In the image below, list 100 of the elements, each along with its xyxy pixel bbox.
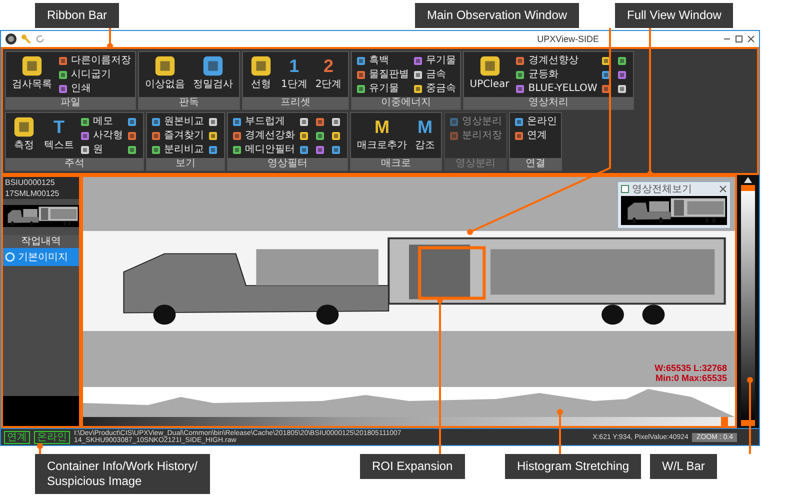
tool-icon xyxy=(249,54,273,78)
ribbon-button[interactable]: 메모 xyxy=(80,115,123,128)
ribbon-button[interactable]: 이상없음 xyxy=(143,54,187,91)
ribbon-button[interactable]: 1 1단계 xyxy=(279,54,310,91)
ribbon-button[interactable]: 유기물 xyxy=(356,82,409,95)
tool-icon xyxy=(356,56,366,66)
logo-icon xyxy=(5,33,17,45)
ribbon-button[interactable]: 2 2단계 xyxy=(313,54,344,91)
ribbon-button[interactable]: 온라인 xyxy=(514,115,557,128)
tool-icon xyxy=(515,56,526,66)
ribbon-button[interactable]: 즐겨찾기 xyxy=(151,129,204,142)
tool-icon xyxy=(201,54,225,78)
tool-button[interactable] xyxy=(208,143,220,156)
ribbon-button[interactable]: 원 xyxy=(80,143,123,156)
ribbon-button[interactable]: 다른이름저장 xyxy=(58,54,131,67)
tool-icon xyxy=(412,56,423,66)
ribbon-button[interactable]: 흑백 xyxy=(356,54,409,67)
group-label: 보기 xyxy=(147,158,224,170)
tool-icon xyxy=(153,54,177,78)
tool-button[interactable] xyxy=(127,143,139,156)
tool-button[interactable] xyxy=(127,115,139,128)
ribbon-button[interactable]: 부드럽게 xyxy=(232,115,295,128)
ribbon-button[interactable]: BLUE-YELLOW xyxy=(515,82,598,95)
ribbon-button[interactable]: 메디안필터 xyxy=(232,143,295,156)
ribbon-button[interactable]: 검사목록 xyxy=(10,54,54,91)
tool-button[interactable] xyxy=(315,115,327,128)
callout-label: W/L Bar xyxy=(650,454,717,479)
tool-button[interactable] xyxy=(299,115,311,128)
wl-handle[interactable] xyxy=(741,185,755,191)
tool-button[interactable] xyxy=(315,129,327,142)
container-id: 17SMLM00125 xyxy=(3,188,79,199)
ribbon-button[interactable]: 인쇄 xyxy=(58,82,131,95)
status-badge: 연계 xyxy=(4,430,30,444)
group-label: 주석 xyxy=(6,158,143,170)
ribbon-button[interactable]: M 매크로추가 xyxy=(355,115,409,152)
tool-button[interactable] xyxy=(299,129,311,142)
refresh-icon[interactable] xyxy=(35,34,45,44)
group-label: 프리셋 xyxy=(243,97,348,109)
callout-label: ROI Expansion xyxy=(360,454,465,479)
tool-button[interactable] xyxy=(315,143,327,156)
wl-bar[interactable] xyxy=(741,185,755,426)
slider-handle[interactable] xyxy=(721,417,728,426)
leader-line xyxy=(37,443,43,454)
ribbon-button[interactable]: 사각형 xyxy=(80,129,123,142)
ribbon-button[interactable]: M 감조 xyxy=(413,115,437,152)
ribbon-button[interactable]: T 텍스트 xyxy=(42,115,76,152)
glyph-icon: 2 xyxy=(324,54,334,78)
glyph-icon: M xyxy=(418,115,432,139)
roi-frame[interactable] xyxy=(416,245,488,301)
ribbon-button[interactable]: 연계 xyxy=(514,129,557,142)
ribbon-button[interactable]: 측정 xyxy=(10,115,38,152)
close-icon[interactable] xyxy=(719,185,727,193)
glyph-icon: T xyxy=(54,115,64,139)
tool-button[interactable] xyxy=(331,115,343,128)
tool-button[interactable] xyxy=(299,143,311,156)
ribbon-button[interactable]: 무기물 xyxy=(412,54,456,67)
ribbon-button[interactable]: 경계선향상 xyxy=(515,54,598,67)
ribbon-button[interactable]: 정밀검사 xyxy=(191,54,235,91)
ribbon-button[interactable]: UPClear xyxy=(468,54,512,91)
up-arrow-icon[interactable] xyxy=(744,177,752,183)
tool-icon xyxy=(356,84,366,94)
ribbon-button[interactable]: 시디굽기 xyxy=(58,68,131,81)
tool-icon xyxy=(20,54,44,78)
histogram-slider[interactable] xyxy=(83,417,735,426)
maximize-icon[interactable] xyxy=(735,35,743,43)
tool-icon xyxy=(515,84,526,94)
group-label: 이중에너지 xyxy=(352,97,460,109)
ribbon-button[interactable]: 금속 xyxy=(412,68,456,81)
tool-icon xyxy=(356,70,366,80)
history-item[interactable]: 기본이미지 xyxy=(3,248,79,266)
group-label: 판독 xyxy=(139,97,239,109)
ribbon-button[interactable]: 분리비교 xyxy=(151,143,204,156)
ribbon-button[interactable]: 선형 xyxy=(247,54,275,91)
group-label: 매크로 xyxy=(351,158,441,170)
ribbon-button[interactable]: 중금속 xyxy=(412,82,456,95)
status-badge: 온라인 xyxy=(34,430,70,444)
section-header: 작업내역 xyxy=(3,235,79,248)
wl-readout: Min:0 Max:65535 xyxy=(655,373,727,383)
tool-button[interactable] xyxy=(208,115,220,128)
ribbon-button[interactable]: 물질판별 xyxy=(356,68,409,81)
window-title: UPXView-SIDE xyxy=(536,34,600,44)
ribbon-button[interactable]: 경계선강화 xyxy=(232,129,295,142)
tool-button[interactable] xyxy=(331,143,343,156)
ribbon-button[interactable]: 균등화 xyxy=(515,68,598,81)
tool-button[interactable] xyxy=(127,129,139,142)
history-icon xyxy=(5,252,15,262)
group-label: 파일 xyxy=(6,97,135,109)
close-icon[interactable] xyxy=(747,35,755,43)
group-label: 영상필터 xyxy=(228,158,347,170)
tool-button[interactable] xyxy=(208,129,220,142)
group-label: 영상분리 xyxy=(445,158,506,170)
callout-label: Ribbon Bar xyxy=(35,3,120,28)
window-icon xyxy=(621,185,629,193)
group-label: 연결 xyxy=(510,158,561,170)
tool-icon xyxy=(12,115,36,139)
ribbon-button[interactable]: 원본비교 xyxy=(151,115,204,128)
tool-icon xyxy=(617,84,628,94)
tool-button[interactable] xyxy=(331,129,343,142)
panel-title: 영상전체보기 xyxy=(632,183,693,196)
group-label: 영상처리 xyxy=(464,97,634,109)
